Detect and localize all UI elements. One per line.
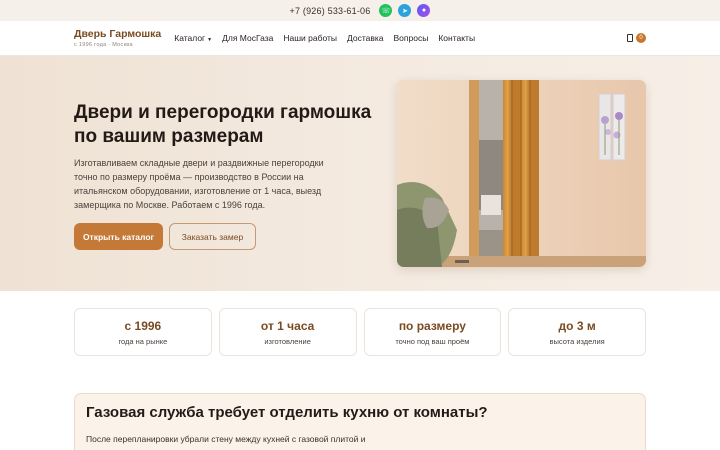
site-header: Дверь Гармошка с 1996 года · Москва Ката… (0, 21, 720, 56)
phone-number[interactable]: +7 (926) 533-61-06 (290, 6, 371, 16)
main-nav: Каталог ▼ Для МосГаза Наши работы Доставк… (174, 33, 475, 43)
hero-description: Изготавливаем складные двери и раздвижны… (74, 158, 324, 210)
nav-item-contacts[interactable]: Контакты (438, 33, 475, 43)
hero-photo (397, 80, 646, 267)
stat-label: изготовление (264, 336, 311, 346)
stat-label: точно под ваш проём (395, 336, 470, 346)
max-icon[interactable]: ● (417, 4, 431, 17)
nav-item-works[interactable]: Наши работы (283, 33, 337, 43)
order-measurement-button[interactable]: Заказать замер (169, 223, 256, 250)
stat-card: с 1996 года на рынке (74, 308, 212, 356)
top-contact-bar: +7 (926) 533-61-06 ☏ ➤ ● (0, 0, 720, 21)
nav-item-faq[interactable]: Вопросы (394, 33, 429, 43)
stat-card: до 3 м высота изделия (508, 308, 646, 356)
chevron-down-icon: ▼ (207, 37, 213, 43)
nav-item-delivery[interactable]: Доставка (347, 33, 384, 43)
stat-label: года на рынке (118, 336, 168, 346)
hero-title: Двери и перегородки гармошка по вашим ра… (74, 102, 372, 147)
stat-card: от 1 часа изготовление (218, 308, 357, 356)
gas-service-block: Газовая служба требует отделить кухню от… (74, 393, 646, 450)
shopping-bag-icon (627, 34, 633, 42)
open-catalog-button[interactable]: Открыть каталог (74, 223, 163, 250)
cart-count-badge: 0 (636, 33, 646, 43)
gas-block-text: После перепланировки убрали стену между … (86, 434, 366, 444)
folding-door-illustration (397, 80, 646, 267)
telegram-icon[interactable]: ➤ (398, 4, 412, 17)
hero-section: Двери и перегородки гармошка по вашим ра… (0, 56, 720, 291)
stats-row: с 1996 года на рынке от 1 часа изготовле… (74, 308, 646, 356)
cart-button[interactable]: 0 (627, 33, 646, 43)
logo[interactable]: Дверь Гармошка с 1996 года · Москва (74, 28, 161, 48)
nav-item-mosgaz[interactable]: Для МосГаза (222, 33, 273, 43)
stat-value: по размеру (398, 318, 466, 333)
whatsapp-icon[interactable]: ☏ (379, 4, 393, 17)
stat-value: до 3 м (558, 318, 596, 333)
logo-subtitle: с 1996 года · Москва (74, 42, 133, 48)
gas-block-title: Газовая служба требует отделить кухню от… (86, 404, 488, 421)
nav-item-catalog[interactable]: Каталог ▼ (174, 33, 212, 43)
stat-label: высота изделия (549, 336, 605, 346)
stat-value: с 1996 (124, 318, 162, 333)
stat-value: от 1 часа (260, 318, 315, 333)
stat-card: по размеру точно под ваш проём (363, 308, 502, 356)
logo-name: Дверь Гармошка (74, 28, 162, 40)
